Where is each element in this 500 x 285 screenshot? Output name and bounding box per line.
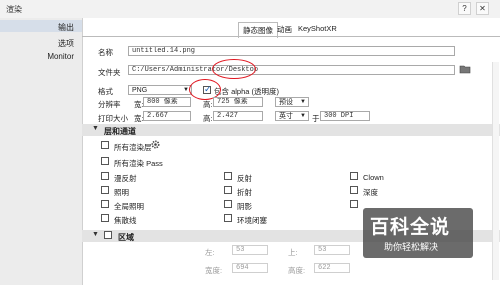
region-x-label: 左: [205, 248, 215, 257]
print-height-label: 高: [203, 114, 213, 123]
print-width-input[interactable]: 2.667 [143, 111, 191, 121]
help-button[interactable]: ? [458, 2, 471, 15]
pass-depth-checkbox[interactable] [350, 186, 358, 194]
window-title: 渲染 [6, 5, 22, 14]
name-input[interactable]: untitled.14.png [128, 46, 455, 56]
print-size-label: 打印大小 [98, 114, 128, 123]
layers-section-header[interactable] [82, 124, 500, 136]
all-layers-label: 所有渲染层 [114, 143, 152, 152]
watermark-subtitle: 助你轻松解决 [384, 242, 439, 252]
title-bar [0, 0, 500, 18]
resolution-label: 分辨率 [98, 100, 121, 109]
tab-divider [82, 36, 500, 37]
pass-ao-label: 环境闭塞 [237, 216, 267, 225]
height-input[interactable]: 725 像素 [213, 97, 263, 107]
preset-select[interactable]: 预设 ▼ [275, 97, 309, 107]
pass-lighting-checkbox[interactable] [101, 186, 109, 194]
sidebar-item-options[interactable]: 选项 [58, 38, 74, 49]
folder-icon [459, 65, 471, 74]
pass-diffuse-checkbox[interactable] [101, 172, 109, 180]
region-checkbox[interactable] [104, 231, 112, 239]
close-button[interactable]: ✕ [476, 2, 489, 15]
chevron-down-icon: ▼ [300, 99, 306, 105]
tab-keyshotxr[interactable]: KeyShotXR [294, 22, 341, 35]
folder-label: 文件夹 [98, 68, 121, 77]
chevron-down-icon: ▼ [300, 113, 306, 119]
highlight-circle-desktop [212, 59, 256, 79]
width-input[interactable]: 800 像素 [143, 97, 191, 107]
close-icon: ✕ [479, 4, 486, 13]
layers-section-title: 层和通道 [104, 127, 136, 136]
all-passes-checkbox[interactable] [101, 157, 109, 165]
pass-refraction-checkbox[interactable] [224, 186, 232, 194]
region-h-input[interactable]: 622 [314, 263, 350, 273]
height-label: 高: [203, 100, 213, 109]
alpha-label: 包含 alpha (透明度) [214, 87, 280, 96]
all-passes-label: 所有渲染 Pass [114, 159, 163, 168]
unit-select-value: 英寸 [279, 113, 293, 120]
pass-diffuse-label: 漫反射 [114, 174, 137, 183]
pass-depth-label: 深度 [363, 188, 378, 197]
gear-icon [151, 140, 160, 149]
sidebar-item-output[interactable]: 输出 [58, 22, 74, 33]
preset-select-value: 预设 [279, 99, 293, 106]
all-layers-checkbox[interactable] [101, 141, 109, 149]
unit-select[interactable]: 英寸 ▼ [275, 111, 309, 121]
pass-ao-checkbox[interactable] [224, 214, 232, 222]
region-w-label: 宽度: [205, 266, 223, 275]
pass-hidden-checkbox[interactable] [350, 200, 358, 208]
pass-lighting-label: 照明 [114, 188, 129, 197]
pass-clown-label: Clown [363, 173, 384, 182]
region-h-label: 高度: [288, 266, 306, 275]
pass-shadow-checkbox[interactable] [224, 200, 232, 208]
region-w-input[interactable]: 694 [232, 263, 268, 273]
pass-gi-checkbox[interactable] [101, 200, 109, 208]
pass-reflection-checkbox[interactable] [224, 172, 232, 180]
pass-caustics-label: 焦散线 [114, 216, 137, 225]
pass-refraction-label: 折射 [237, 188, 252, 197]
format-label: 格式 [98, 87, 113, 96]
layers-settings-button[interactable] [150, 139, 161, 150]
pass-reflection-label: 反射 [237, 174, 252, 183]
tab-animation[interactable]: 动画 [273, 22, 296, 37]
scrollbar[interactable] [492, 62, 499, 280]
pass-clown-checkbox[interactable] [350, 172, 358, 180]
name-label: 名称 [98, 48, 113, 57]
pass-gi-label: 全局照明 [114, 202, 144, 211]
format-select-value: PNG [132, 87, 148, 94]
pass-shadow-label: 阴影 [237, 202, 252, 211]
print-height-input[interactable]: 2.427 [213, 111, 263, 121]
at-label: 于 [312, 114, 320, 123]
chevron-down-icon[interactable]: ▼ [92, 231, 99, 238]
region-x-input[interactable]: 53 [232, 245, 268, 255]
region-y-input[interactable]: 53 [314, 245, 350, 255]
sidebar-item-monitor[interactable]: Monitor [47, 52, 74, 61]
format-select[interactable]: PNG ▼ [128, 85, 192, 95]
folder-browse-button[interactable] [459, 64, 471, 74]
pass-caustics-checkbox[interactable] [101, 214, 109, 222]
region-section-title: 区域 [118, 233, 134, 242]
dpi-input[interactable]: 300 DPI [320, 111, 370, 121]
region-y-label: 上: [288, 248, 298, 257]
watermark-title: 百科全说 [370, 216, 451, 238]
chevron-down-icon[interactable]: ▼ [92, 125, 99, 132]
folder-input[interactable]: C:/Users/Administrator/Desktop [128, 65, 455, 75]
